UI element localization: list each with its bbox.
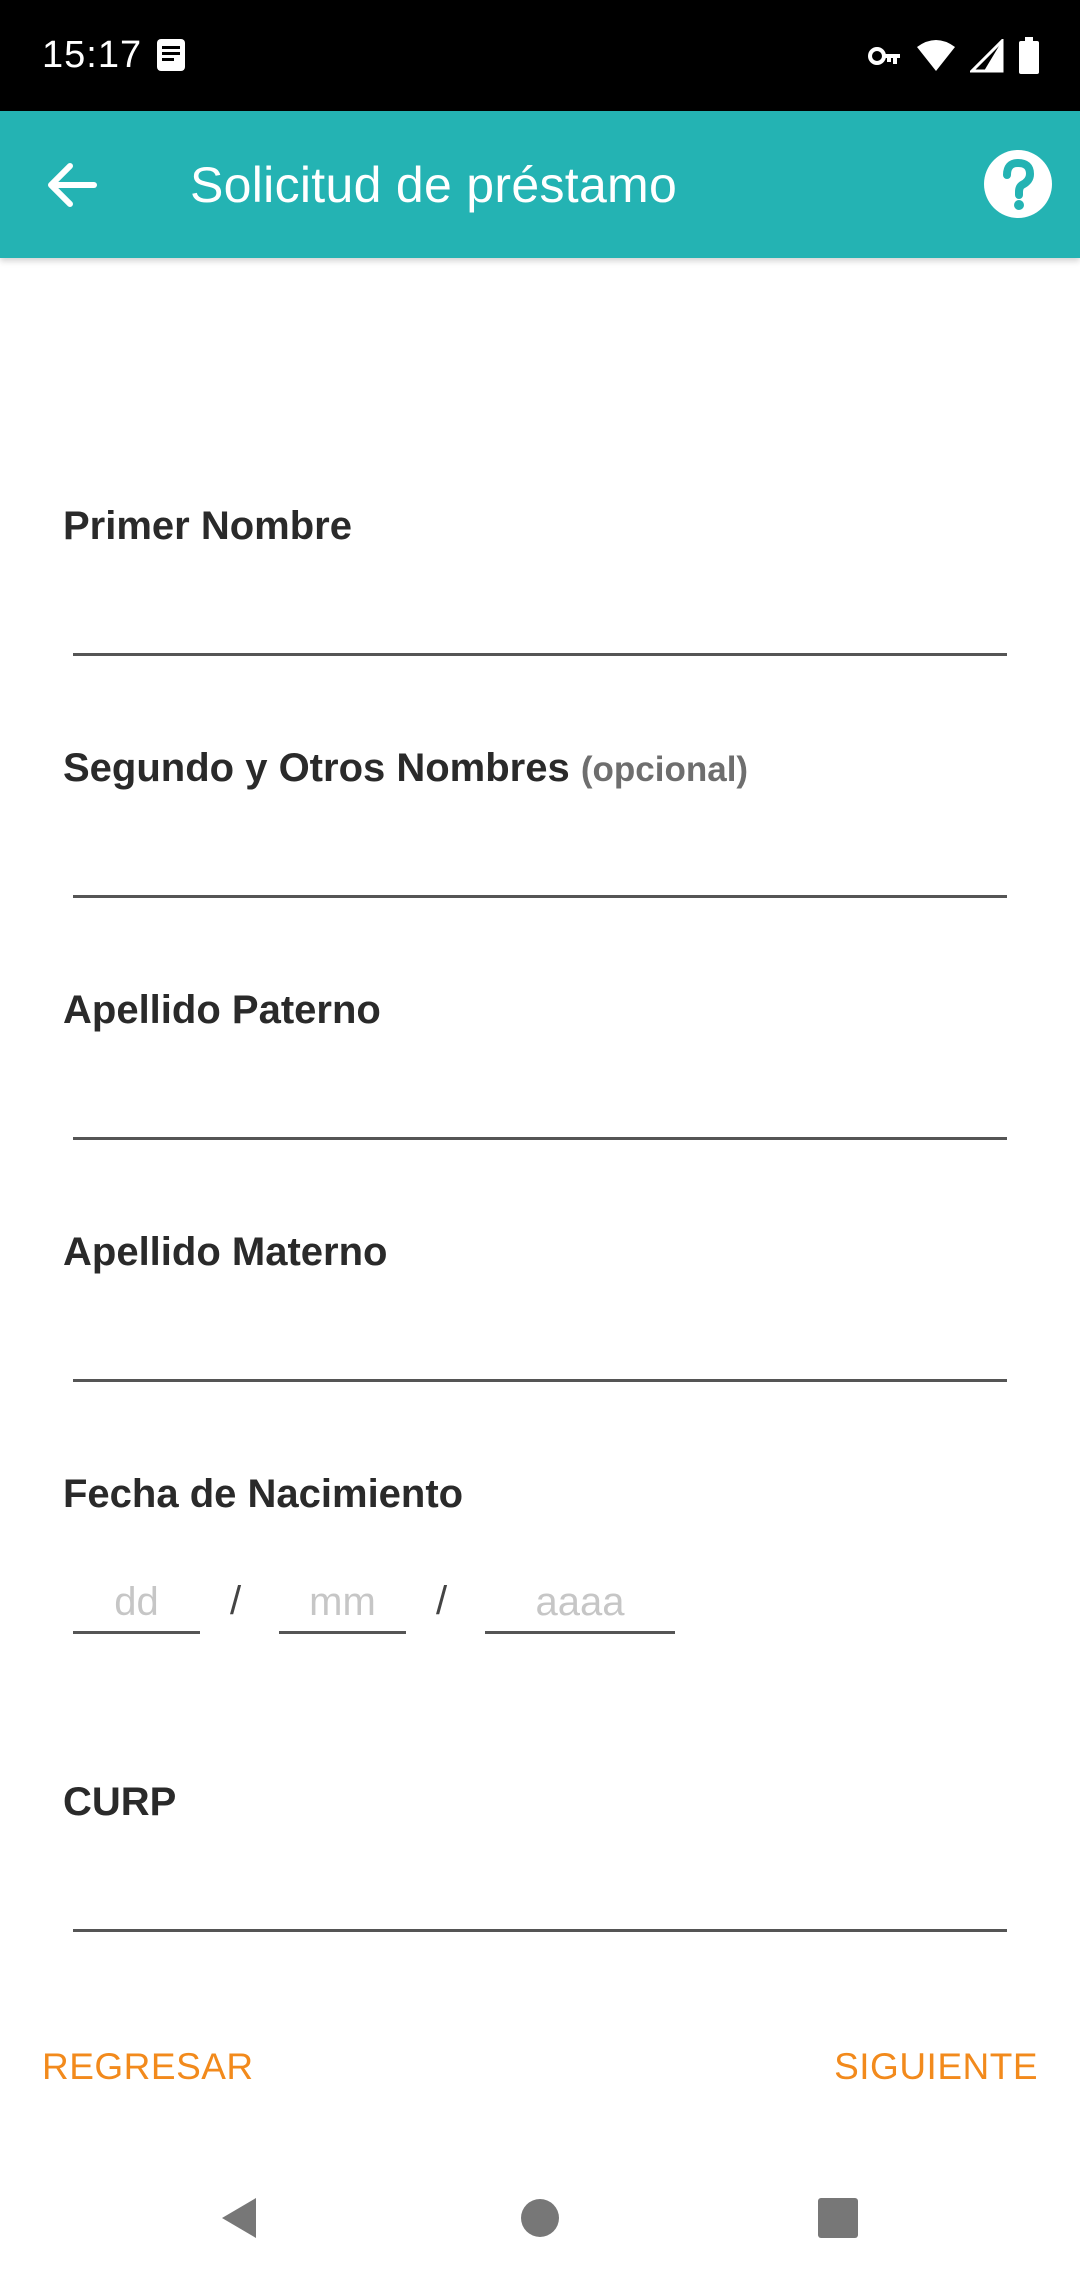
first-name-label: Primer Nombre: [63, 504, 352, 548]
next-button[interactable]: SIGUIENTE: [834, 2042, 1038, 2092]
battery-icon: [1019, 37, 1039, 74]
maternal-surname-label: Apellido Materno: [63, 1230, 388, 1274]
curp-input[interactable]: [73, 1862, 1007, 1932]
maternal-surname-input[interactable]: [73, 1312, 1007, 1382]
first-name-input[interactable]: [73, 586, 1007, 656]
middle-names-label-text: Segundo y Otros Nombres: [63, 746, 570, 790]
vpn-key-icon: [868, 47, 900, 65]
date-separator: /: [230, 1579, 242, 1623]
notification-doc-icon: [157, 39, 185, 71]
paternal-surname-label: Apellido Paterno: [63, 988, 381, 1032]
curp-label: CURP: [63, 1780, 177, 1824]
wifi-icon: [917, 40, 955, 71]
help-circle-icon[interactable]: [982, 148, 1054, 220]
back-button[interactable]: REGRESAR: [42, 2042, 254, 2092]
date-separator: /: [436, 1579, 448, 1623]
nav-home-icon[interactable]: [510, 2188, 570, 2248]
paternal-surname-input[interactable]: [73, 1070, 1007, 1140]
middle-names-input[interactable]: [73, 828, 1007, 898]
birth-year-input[interactable]: [485, 1574, 675, 1634]
birth-date-label: Fecha de Nacimiento: [63, 1472, 464, 1516]
birth-day-input[interactable]: [73, 1574, 200, 1634]
status-time: 15:17: [42, 34, 143, 76]
arrow-back-icon[interactable]: [40, 153, 104, 217]
middle-names-label: Segundo y Otros Nombres (opcional): [63, 742, 748, 796]
nav-recents-icon[interactable]: [808, 2188, 868, 2248]
page-title: Solicitud de préstamo: [190, 157, 678, 213]
system-nav-bar: [0, 2160, 1080, 2270]
status-bar: 15:17: [0, 0, 1080, 111]
status-icons: [868, 36, 1040, 76]
optional-tag: (opcional): [580, 750, 749, 789]
birth-month-input[interactable]: [279, 1574, 406, 1634]
signal-icon: [970, 39, 1004, 73]
nav-back-icon[interactable]: [210, 2188, 270, 2248]
app-bar: Solicitud de préstamo: [0, 111, 1080, 258]
